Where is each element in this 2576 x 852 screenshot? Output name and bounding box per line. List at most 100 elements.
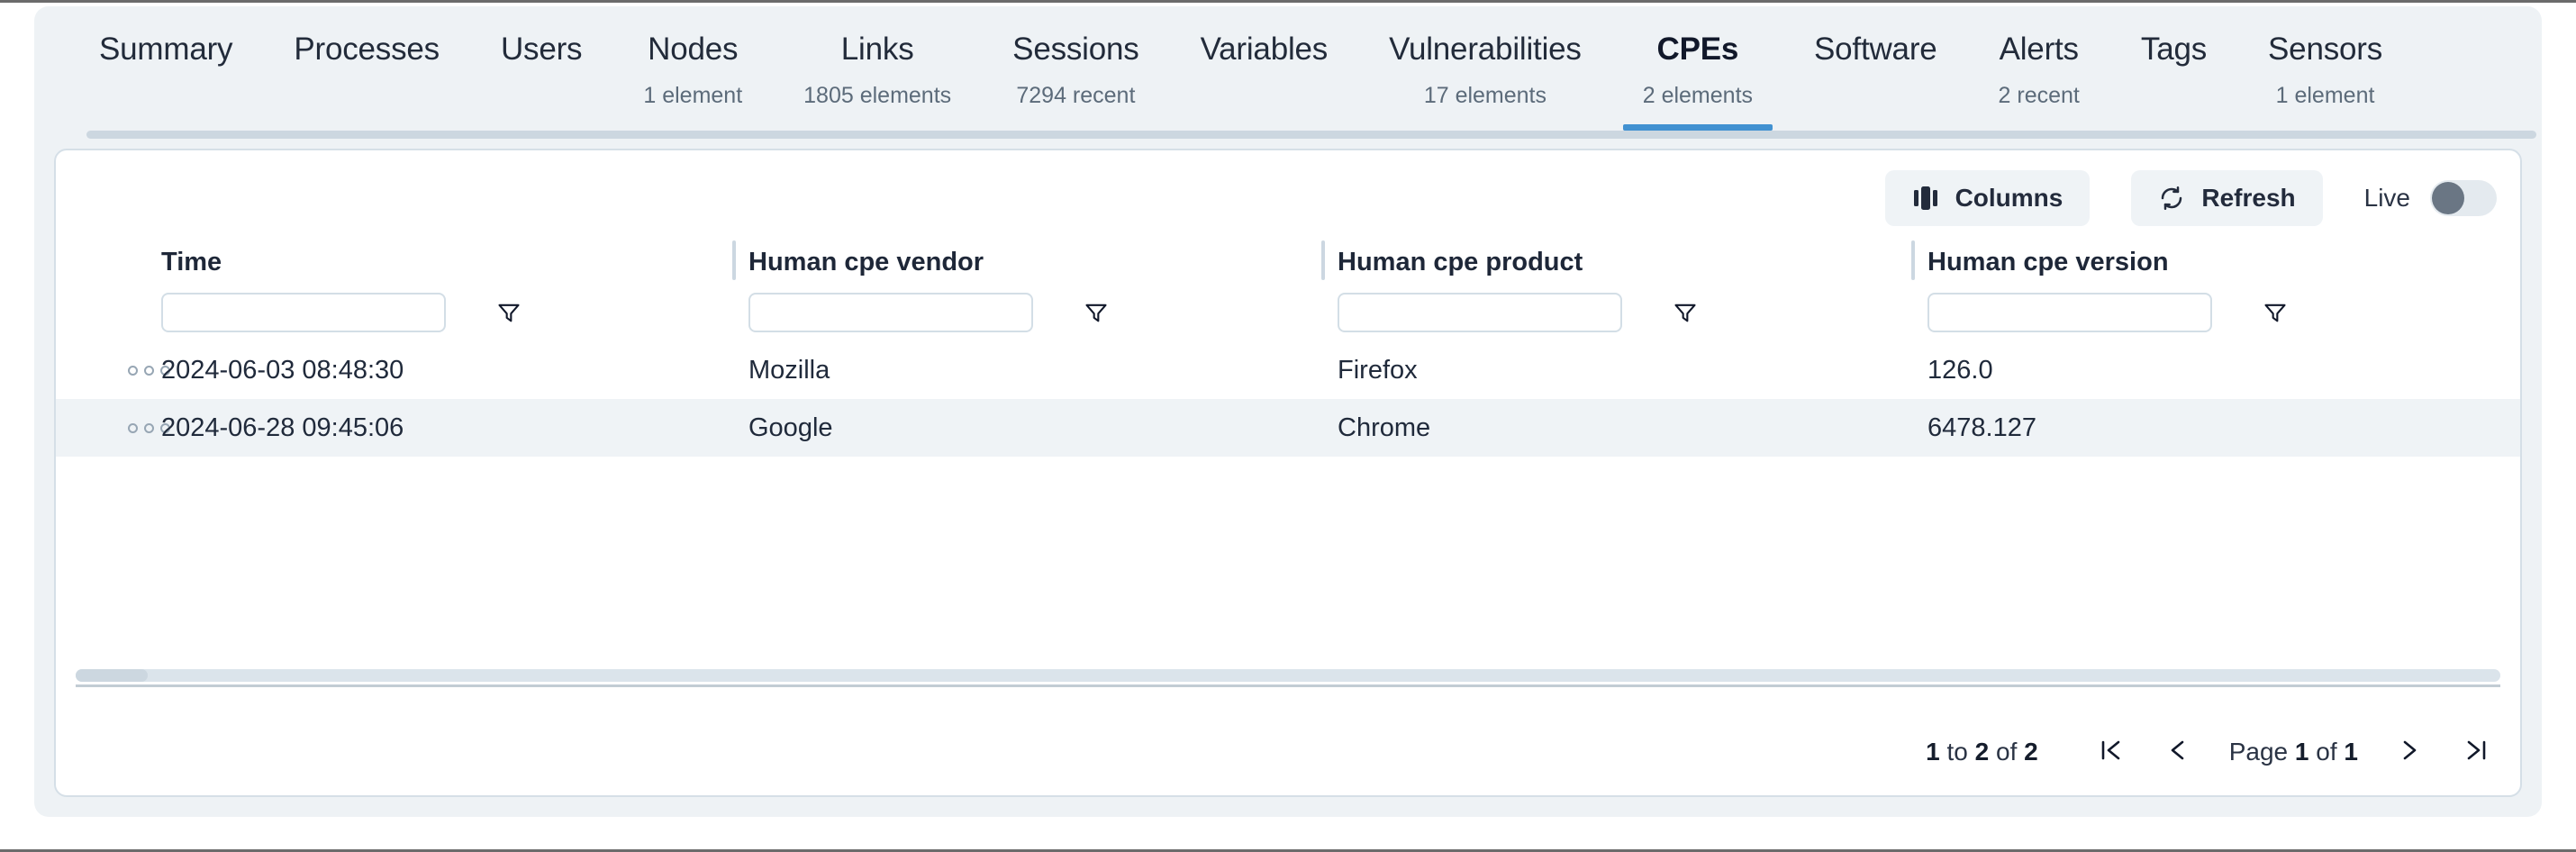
tab-count: 2 recent: [1998, 83, 2080, 108]
table-cell-product: Firefox: [1338, 356, 1418, 385]
tab-count: 1805 elements: [803, 83, 952, 108]
tab-label: Nodes: [648, 32, 739, 67]
pagination-controls: Page 1 of 1: [2094, 733, 2493, 770]
live-toggle-knob: [2432, 182, 2464, 214]
tab-nodes[interactable]: Nodes 1 element: [612, 23, 773, 118]
funnel-icon[interactable]: [496, 300, 522, 325]
columns-button[interactable]: Columns: [1884, 170, 2091, 226]
column-filter-row: [748, 293, 1338, 332]
last-page-button[interactable]: [2459, 733, 2493, 770]
tab-count: 1 element: [2275, 83, 2375, 108]
pagination-range-total: 2: [2024, 737, 2038, 766]
table-cell-time: 2024-06-28 09:45:06: [161, 413, 404, 442]
column-resize-handle[interactable]: [1321, 240, 1325, 280]
tab-label: Variables: [1200, 32, 1329, 67]
tab-count: 7294 recent: [1016, 83, 1136, 108]
column-header-label: Human cpe vendor: [748, 248, 984, 276]
columns-button-label: Columns: [1955, 184, 2064, 212]
tab-label: Processes: [294, 32, 440, 67]
column-filter-row: [161, 293, 748, 332]
last-page-icon: [2464, 737, 2488, 766]
previous-page-button[interactable]: [2161, 733, 2195, 770]
table-row[interactable]: 2024-06-03 08:48:30 Mozilla Firefox 126.0: [56, 341, 2520, 399]
tab-links[interactable]: Links 1805 elements: [773, 23, 982, 118]
table-horizontal-scrollbar-thumb[interactable]: [76, 669, 148, 682]
first-page-icon: [2100, 737, 2123, 766]
tab-label: Alerts: [1999, 32, 2079, 67]
table-cell-vendor: Google: [748, 413, 833, 442]
tab-alerts[interactable]: Alerts 2 recent: [1968, 23, 2110, 118]
table-cell-version: 6478.127: [1927, 413, 2036, 442]
tab-software[interactable]: Software: [1783, 23, 1968, 118]
tab-label: Software: [1814, 32, 1937, 67]
pagination-range-of: of: [1996, 737, 2018, 766]
column-header-human-cpe-product: Human cpe product: [1321, 233, 1927, 332]
column-header-human-cpe-version: Human cpe version: [1911, 233, 2520, 332]
column-resize-handle[interactable]: [732, 240, 736, 280]
column-header-label: Time: [161, 248, 222, 276]
column-filter-input[interactable]: [1338, 293, 1622, 332]
table-row[interactable]: 2024-06-28 09:45:06 Google Chrome 6478.127: [56, 399, 2520, 457]
pagination: 1 to 2 of 2 Page 1 of 1: [1926, 733, 2493, 770]
column-header-label: Human cpe version: [1927, 248, 2169, 276]
tab-bar: Summary Processes Users Nodes 1 element Links…: [34, 6, 2542, 139]
row-actions-gutter: [56, 422, 170, 433]
tab-variables[interactable]: Variables: [1170, 23, 1359, 118]
tab-sensors[interactable]: Sensors 1 element: [2237, 23, 2413, 118]
tab-label: Sessions: [1012, 32, 1139, 67]
previous-page-icon: [2166, 737, 2190, 766]
row-actions-gutter: [56, 365, 170, 376]
tab-processes[interactable]: Processes: [263, 23, 470, 118]
tab-count: 2 elements: [1642, 83, 1754, 108]
column-filter-row: [1927, 293, 2520, 332]
cpes-table-card: Columns Refresh Live Time Human cpe vend…: [54, 149, 2522, 797]
table-cell-product: Chrome: [1338, 413, 1431, 442]
funnel-icon[interactable]: [2263, 300, 2288, 325]
tab-bar-scrollbar[interactable]: [86, 131, 2536, 139]
table-horizontal-scrollbar[interactable]: [76, 669, 2500, 682]
next-page-button[interactable]: [2392, 733, 2426, 770]
tab-label: Vulnerabilities: [1389, 32, 1582, 67]
funnel-icon[interactable]: [1673, 300, 1698, 325]
details-panel: Summary Processes Users Nodes 1 element Links…: [34, 6, 2542, 817]
tab-summary[interactable]: Summary: [68, 23, 263, 118]
tab-label: Tags: [2140, 32, 2208, 67]
tab-vulnerabilities[interactable]: Vulnerabilities 17 elements: [1358, 23, 1612, 118]
column-filter-input[interactable]: [1927, 293, 2212, 332]
screen-root: Summary Processes Users Nodes 1 element Links…: [0, 0, 2576, 852]
funnel-icon[interactable]: [1084, 300, 1109, 325]
first-page-button[interactable]: [2094, 733, 2128, 770]
live-toggle-label: Live: [2363, 184, 2410, 212]
pagination-page-of: of: [2316, 737, 2337, 766]
column-filter-row: [1338, 293, 1927, 332]
pagination-range-start: 1: [1926, 737, 1940, 766]
tab-tags[interactable]: Tags: [2110, 23, 2237, 118]
table-cell-vendor: Mozilla: [748, 356, 830, 385]
cpes-table: Time Human cpe vendor Human cpe product Hum…: [56, 233, 2520, 457]
tab-sessions[interactable]: Sessions 7294 recent: [982, 23, 1169, 118]
live-toggle[interactable]: [2430, 180, 2497, 216]
refresh-button[interactable]: Refresh: [2131, 170, 2323, 226]
tab-users[interactable]: Users: [470, 23, 612, 118]
pagination-page-word: Page: [2228, 737, 2289, 766]
pagination-page-current: 1: [2294, 737, 2309, 766]
columns-icon: [1912, 185, 1939, 212]
pagination-page-indicator: Page 1 of 1: [2227, 738, 2360, 766]
table-toolbar: Columns Refresh Live: [1884, 170, 2497, 226]
tab-count: 1 element: [643, 83, 743, 108]
table-cell-time: 2024-06-03 08:48:30: [161, 356, 404, 385]
column-filter-input[interactable]: [161, 293, 446, 332]
column-resize-handle[interactable]: [1911, 240, 1915, 280]
tab-list: Summary Processes Users Nodes 1 element Links…: [34, 6, 2542, 131]
live-toggle-group: Live: [2364, 180, 2497, 216]
column-filter-input[interactable]: [748, 293, 1033, 332]
next-page-icon: [2398, 737, 2421, 766]
tab-cpes[interactable]: CPEs 2 elements: [1612, 23, 1783, 131]
tab-label: CPEs: [1656, 32, 1739, 67]
tab-count: 17 elements: [1423, 83, 1547, 108]
tab-label: Links: [840, 32, 914, 67]
tab-label: Sensors: [2268, 32, 2383, 67]
pagination-range-end: 2: [1974, 737, 1990, 766]
column-header-label: Human cpe product: [1338, 248, 1583, 276]
pagination-page-total: 1: [2344, 737, 2358, 766]
